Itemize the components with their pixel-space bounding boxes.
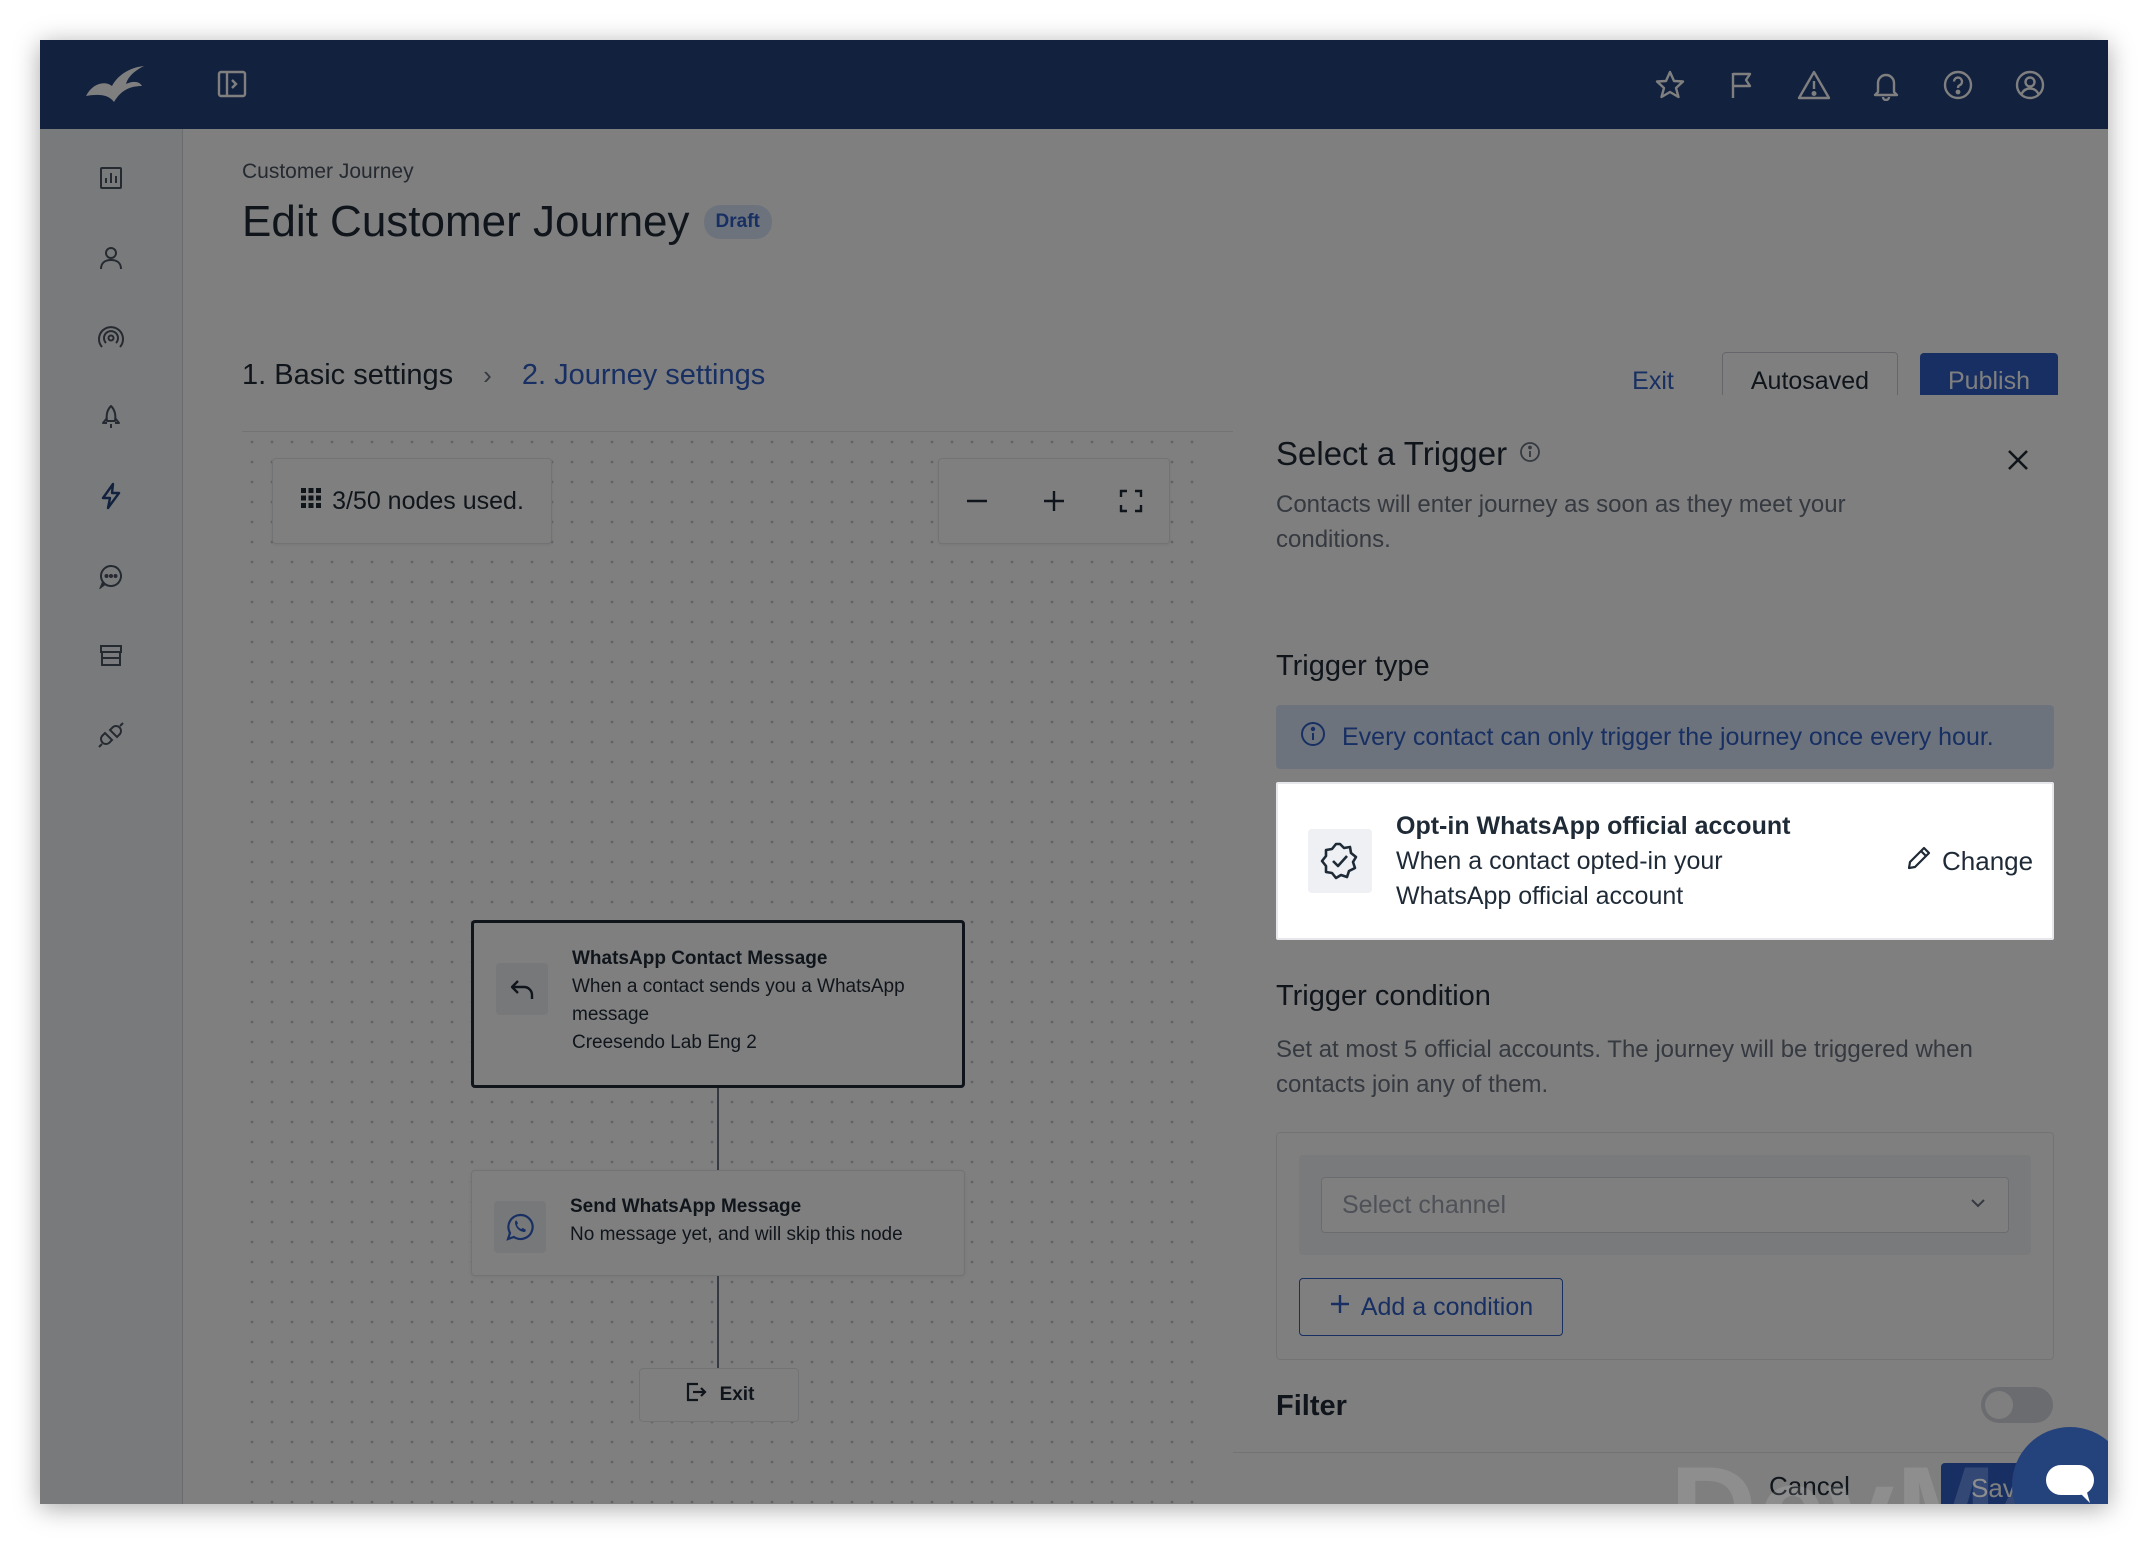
trigger-card[interactable]: Opt-in WhatsApp official account When a … bbox=[1276, 782, 2054, 940]
change-label: Change bbox=[1942, 845, 2034, 876]
pencil-icon bbox=[1906, 845, 1932, 878]
modal-overlay bbox=[40, 40, 2108, 1504]
change-trigger-button[interactable]: Change bbox=[1906, 845, 2033, 878]
trigger-card-desc: WhatsApp official account bbox=[1396, 881, 1684, 910]
verified-badge-icon bbox=[1308, 829, 1372, 893]
trigger-card-desc: When a contact opted-in your bbox=[1396, 846, 1723, 875]
app-window: Customer Journey Edit Customer Journey D… bbox=[40, 40, 2108, 1504]
trigger-card-title: Opt-in WhatsApp official account bbox=[1396, 811, 1791, 840]
chat-bubble-icon bbox=[2040, 1453, 2100, 1505]
